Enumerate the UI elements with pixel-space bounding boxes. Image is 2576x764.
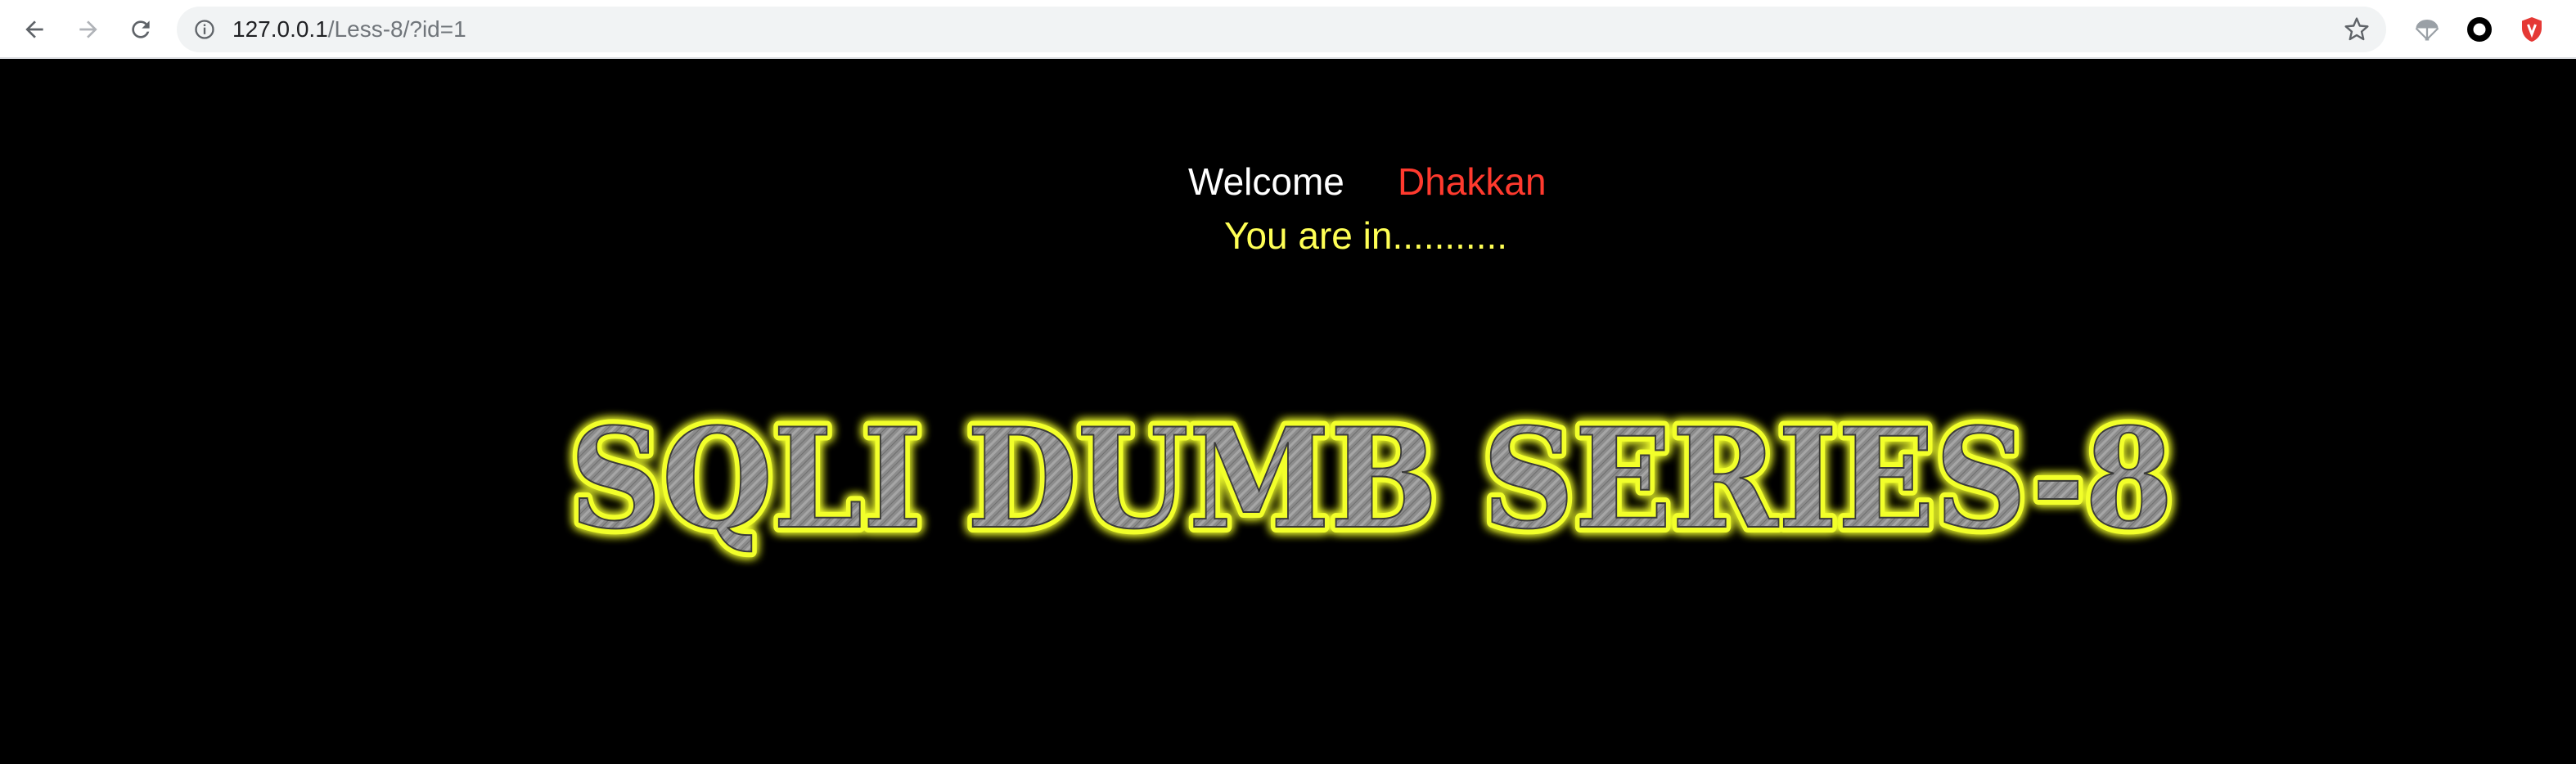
shield-icon[interactable]	[2517, 15, 2547, 44]
info-icon[interactable]	[193, 18, 216, 41]
arrow-right-icon	[79, 20, 97, 38]
banner-title-image: SQLI DUMB SERIES-8 SQLI DUMB SERIES-8	[564, 392, 2179, 565]
ring-icon[interactable]	[2465, 15, 2494, 44]
star-icon[interactable]	[2344, 16, 2370, 43]
banner-title-fill: SQLI DUMB SERIES-8	[570, 398, 2173, 560]
reload-icon	[132, 20, 150, 38]
url-path: /Less-8/?id=1	[327, 16, 466, 42]
parachute-icon[interactable]	[2412, 15, 2442, 44]
welcome-line: Welcome Dhakkan	[0, 157, 2576, 206]
page-content: Welcome Dhakkan You are in........... SQ…	[0, 61, 2576, 764]
address-bar[interactable]: 127.0.0.1/Less-8/?id=1	[177, 7, 2386, 52]
back-button[interactable]	[15, 10, 54, 49]
status-message: You are in...........	[1224, 214, 1508, 257]
username: Dhakkan	[1398, 160, 1547, 203]
welcome-label: Welcome	[1188, 160, 1344, 203]
forward-button[interactable]	[69, 10, 108, 49]
arrow-left-icon	[25, 20, 43, 38]
url-text[interactable]: 127.0.0.1/Less-8/?id=1	[232, 7, 466, 52]
url-host: 127.0.0.1	[232, 16, 328, 42]
browser-toolbar: 127.0.0.1/Less-8/?id=1	[0, 0, 2576, 59]
reload-button[interactable]	[121, 10, 160, 49]
